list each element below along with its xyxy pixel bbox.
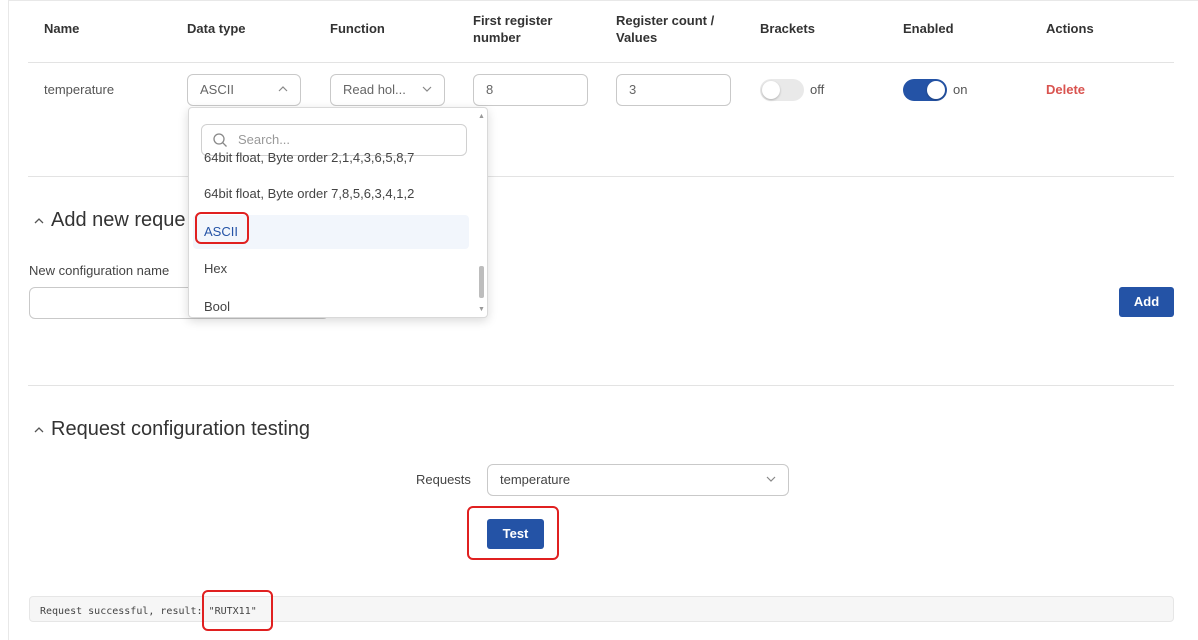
header-brackets: Brackets [760,21,815,36]
function-select[interactable]: Read hol... [330,74,445,106]
requests-value: temperature [500,472,571,487]
new-config-name-label: New configuration name [29,263,170,278]
brackets-state-label: off [810,82,825,97]
scroll-up-arrow-icon[interactable]: ▲ [478,113,485,120]
dropdown-item[interactable]: 64bit float, Byte order 7,8,5,6,3,4,1,2 [193,177,469,211]
chevron-down-icon [766,474,776,484]
enabled-toggle[interactable] [903,79,947,101]
add-section-title: Add new reque [51,209,186,231]
add-button[interactable]: Add [1119,287,1174,317]
collapse-caret-icon[interactable] [33,423,45,435]
register-count-input[interactable]: 3 [616,74,731,106]
header-enabled: Enabled [903,21,954,36]
dropdown-item[interactable]: Hex [193,252,469,286]
header-first-register: First register number [473,12,552,46]
result-output: Request successful, result: "RUTX11" [29,596,1174,622]
header-first-register-line2: number [473,30,521,45]
header-data-type: Data type [187,21,246,36]
chevron-up-icon [278,84,288,94]
header-divider [28,62,1174,63]
dropdown-item[interactable]: 64bit float, Byte order 2,1,4,3,6,5,8,7 [193,144,469,166]
scroll-down-arrow-icon[interactable]: ▼ [478,306,485,313]
highlight-result-value [202,590,273,631]
collapse-caret-icon[interactable] [33,214,45,226]
chevron-down-icon [422,84,432,94]
requests-select[interactable]: temperature [487,464,789,496]
delete-link[interactable]: Delete [1046,82,1085,97]
header-name: Name [44,21,80,36]
brackets-toggle[interactable] [760,79,804,101]
header-actions: Actions [1046,21,1094,36]
requests-label: Requests [416,472,471,487]
enabled-toggle-knob [927,81,945,99]
row-name: temperature [44,82,115,97]
highlight-ascii-option [195,212,249,244]
result-prefix: Request successful, result: [40,606,209,617]
enabled-state-label: on [953,82,968,97]
data-type-value: ASCII [200,82,234,97]
function-value: Read hol... [343,82,406,97]
testing-section-title: Request configuration testing [51,418,311,440]
header-function: Function [330,21,385,36]
header-first-register-line1: First register [473,13,553,28]
first-register-value: 8 [486,82,494,97]
dropdown-scrollbar[interactable] [479,266,484,298]
dropdown-item[interactable]: Bool [193,290,469,317]
header-register-count: Register count / Values [616,12,714,46]
header-register-count-line1: Register count / [616,13,715,28]
first-register-input[interactable]: 8 [473,74,588,106]
register-count-value: 3 [629,82,637,97]
header-register-count-line2: Values [616,30,658,45]
data-type-select[interactable]: ASCII [187,74,301,106]
highlight-test-button [467,506,559,560]
brackets-toggle-knob [762,81,780,99]
section-divider [28,385,1174,386]
